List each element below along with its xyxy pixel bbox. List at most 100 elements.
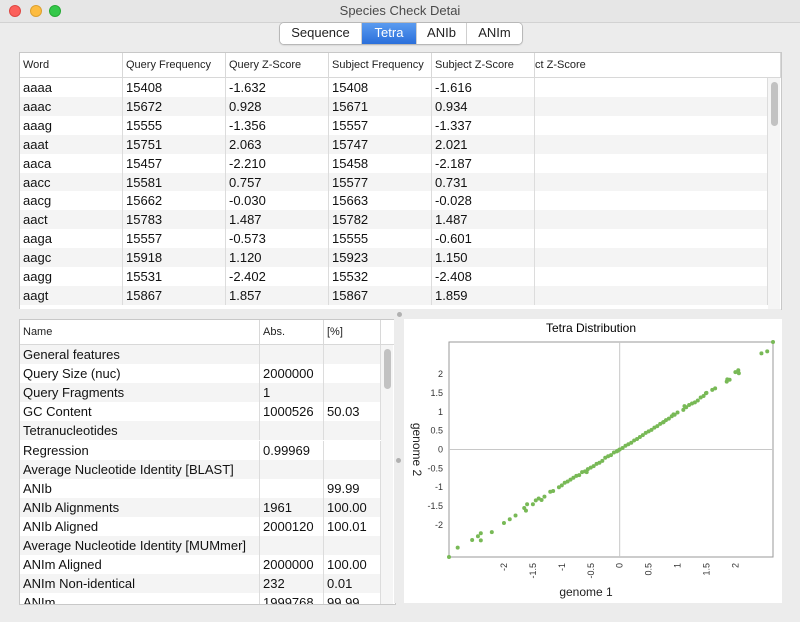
table-row[interactable]: aaag 15555 -1.356 15557 -1.337 <box>20 115 768 135</box>
table-cell: 2.063 <box>226 134 329 154</box>
table-cell: ANIm <box>20 593 260 604</box>
table-cell: 1000526 <box>260 402 324 422</box>
table-cell: -0.030 <box>226 191 329 211</box>
data-point <box>682 404 687 409</box>
table-cell: -1.632 <box>226 78 329 97</box>
table-row[interactable]: aaac 15672 0.928 15671 0.934 <box>20 96 768 116</box>
table-row[interactable]: aaat 15751 2.063 15747 2.021 <box>20 134 768 154</box>
table-cell: 1999768 <box>260 593 324 604</box>
tab-anib[interactable]: ANIb <box>417 23 467 44</box>
column-header[interactable]: ct Z-Score <box>535 53 781 77</box>
table-cell: 2000120 <box>260 516 324 536</box>
table-cell: 15555 <box>123 115 226 135</box>
vertical-splitter[interactable] <box>394 319 404 603</box>
table-cell: 0.01 <box>324 574 381 594</box>
table-cell: -2.210 <box>226 153 329 173</box>
y-tick-label: 1 <box>438 407 443 417</box>
table-row[interactable]: aagt 15867 1.857 15867 1.859 <box>20 285 768 305</box>
table-cell: General features <box>20 345 260 364</box>
table-row[interactable]: General features <box>20 345 381 364</box>
y-axis-label: genome 2 <box>410 423 424 477</box>
table-row[interactable]: aact 15783 1.487 15782 1.487 <box>20 210 768 230</box>
x-tick-label: 2 <box>730 563 740 568</box>
column-header[interactable]: [%] <box>324 320 381 344</box>
table-cell <box>324 421 381 441</box>
table-row[interactable]: ANIm Non-identical 232 0.01 <box>20 574 381 594</box>
column-header[interactable]: Subject Frequency <box>329 53 432 77</box>
table-cell <box>324 536 381 555</box>
statistics-table-scroll-thumb[interactable] <box>384 349 391 389</box>
tetra-table-scroll-thumb[interactable] <box>771 82 778 126</box>
column-header[interactable]: Subject Z-Score <box>432 53 535 77</box>
tab-tetra[interactable]: Tetra <box>362 23 417 44</box>
table-cell: 15672 <box>123 96 226 116</box>
table-cell: 1.859 <box>432 285 535 305</box>
table-row[interactable]: ANIm 1999768 99.99 <box>20 593 381 604</box>
statistics-table-scrollbar[interactable] <box>381 345 393 604</box>
data-point <box>765 349 770 354</box>
table-cell: 100.01 <box>324 516 381 536</box>
table-cell: 1.857 <box>226 285 329 305</box>
column-header[interactable]: Abs. <box>260 320 324 344</box>
table-row[interactable]: Query Fragments 1 <box>20 383 381 403</box>
table-row[interactable]: Average Nucleotide Identity [MUMmer] <box>20 536 381 555</box>
table-cell: 99.99 <box>324 593 381 604</box>
tetra-table-header: Word Query Frequency Query Z-Score Subject … <box>20 53 781 78</box>
table-cell: Regression <box>20 440 260 460</box>
tab-anim[interactable]: ANIm <box>467 23 522 44</box>
column-header[interactable]: Word <box>20 53 123 77</box>
table-cell <box>260 478 324 498</box>
table-cell <box>260 459 324 479</box>
table-cell <box>324 440 381 460</box>
table-row[interactable]: ANIb Aligned 2000120 100.01 <box>20 516 381 536</box>
table-cell: 15751 <box>123 134 226 154</box>
table-row[interactable]: Query Size (nuc) 2000000 <box>20 364 381 384</box>
horizontal-splitter[interactable] <box>19 309 781 319</box>
table-cell <box>535 267 768 286</box>
table-row[interactable]: aaca 15457 -2.210 15458 -2.187 <box>20 153 768 173</box>
table-row[interactable]: Average Nucleotide Identity [BLAST] <box>20 459 381 479</box>
x-tick-label: 1.5 <box>701 563 711 576</box>
table-row[interactable]: aagc 15918 1.120 15923 1.150 <box>20 248 768 268</box>
data-point <box>470 538 475 543</box>
table-cell: 15581 <box>123 172 226 192</box>
table-row[interactable]: aacc 15581 0.757 15577 0.731 <box>20 172 768 192</box>
statistics-table: Name Abs. [%] General features Query Size (… <box>19 319 396 605</box>
table-cell: 1.487 <box>226 210 329 230</box>
table-row[interactable]: Tetranucleotides <box>20 421 381 441</box>
table-cell <box>324 383 381 403</box>
table-row[interactable]: ANIb Alignments 1961 100.00 <box>20 497 381 517</box>
column-header[interactable]: Query Frequency <box>123 53 226 77</box>
tetra-table-scrollbar[interactable] <box>768 78 780 309</box>
table-cell: aaaa <box>20 78 123 97</box>
table-cell: Average Nucleotide Identity [MUMmer] <box>20 536 260 555</box>
table-row[interactable]: ANIb 99.99 <box>20 478 381 498</box>
tab-sequence[interactable]: Sequence <box>280 23 362 44</box>
table-cell: Query Fragments <box>20 383 260 403</box>
table-row[interactable]: aaga 15557 -0.573 15555 -0.601 <box>20 229 768 249</box>
column-header[interactable]: Query Z-Score <box>226 53 329 77</box>
scatter-plot: Tetra Distribution 2 1.5 1 0.5 0 -0.5 -1 -1.5 -2 -… <box>410 321 775 599</box>
data-point <box>530 502 535 507</box>
table-row[interactable]: aagg 15531 -2.402 15532 -2.408 <box>20 267 768 286</box>
data-point <box>478 538 483 543</box>
data-point <box>577 473 582 478</box>
table-cell: -2.408 <box>432 267 535 286</box>
table-row[interactable]: aacg 15662 -0.030 15663 -0.028 <box>20 191 768 211</box>
table-row[interactable]: Regression 0.99969 <box>20 440 381 460</box>
tetra-distribution-chart: Tetra Distribution 2 1.5 1 0.5 0 -0.5 -1 -1.5 -2 -… <box>404 319 782 603</box>
table-cell: 15867 <box>123 285 226 305</box>
y-tick-label: -0.5 <box>427 463 443 473</box>
table-cell: ANIm Non-identical <box>20 574 260 594</box>
table-cell: 15555 <box>329 229 432 249</box>
table-cell: 15457 <box>123 153 226 173</box>
table-cell: 2000000 <box>260 555 324 575</box>
table-cell: 0.757 <box>226 172 329 192</box>
table-cell <box>535 134 768 154</box>
table-cell: -1.356 <box>226 115 329 135</box>
table-row[interactable]: GC Content 1000526 50.03 <box>20 402 381 422</box>
column-header[interactable]: Name <box>20 320 260 344</box>
table-row[interactable]: ANIm Aligned 2000000 100.00 <box>20 555 381 575</box>
table-cell: 2.021 <box>432 134 535 154</box>
table-row[interactable]: aaaa 15408 -1.632 15408 -1.616 <box>20 78 768 97</box>
